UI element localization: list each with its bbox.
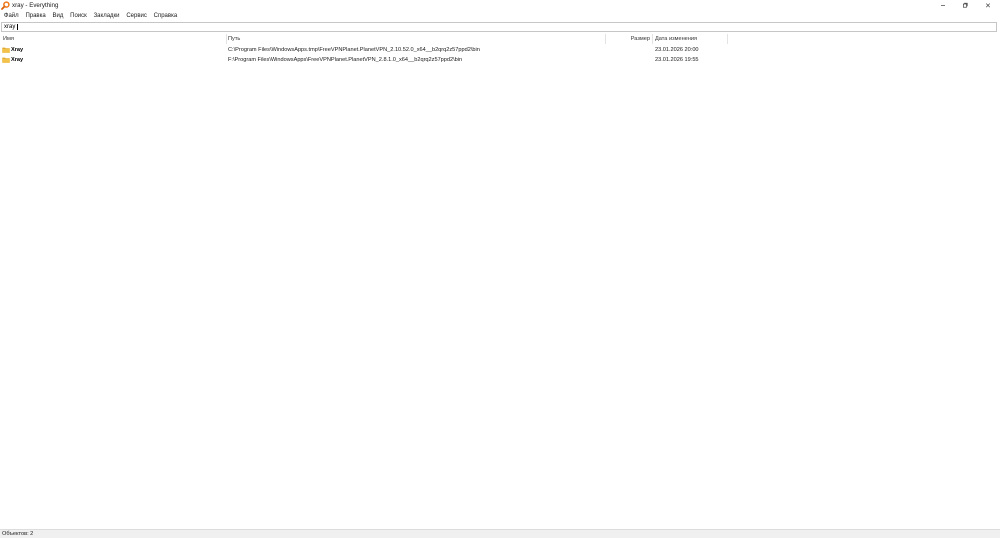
menu-view[interactable]: Вид [49,11,67,21]
result-name: Xray [11,57,24,63]
column-header-modified[interactable]: Дата изменения [655,34,697,44]
column-resize-handle-modified[interactable] [727,34,728,44]
text-caret [16,24,18,30]
result-name: Xray [11,47,24,53]
column-resize-handle-name[interactable] [226,34,227,44]
result-path: C:\Program Files\WindowsApps.tmp\FreeVPN… [228,47,480,53]
menu-help[interactable]: Справка [150,11,180,21]
window-title: xray - Everything [12,2,59,9]
status-object-count: Объектов: 2 [2,531,34,537]
minimize-icon [941,5,945,6]
menu-bookmarks[interactable]: Закладки [90,11,123,21]
menu-file[interactable]: Файл [1,11,23,21]
close-button[interactable] [977,0,999,11]
column-resize-handle-path[interactable] [605,34,606,44]
column-resize-handle-size[interactable] [652,34,653,44]
result-path: F:\Program Files\WindowsApps\FreeVPNPlan… [228,57,463,63]
menu-bar: Файл Правка Вид Поиск Закладки Сервис Сп… [1,11,181,21]
column-header-size[interactable]: Размер [631,34,650,44]
column-header-name[interactable]: Имя [3,34,14,44]
result-modified: 23.01.2026 20:00 [655,47,699,53]
result-modified: 23.01.2026 19:55 [655,57,699,63]
restore-icon [962,2,968,8]
menu-edit[interactable]: Правка [22,11,49,21]
folder-icon [2,57,10,63]
title-bar[interactable]: xray - Everything [0,0,1000,11]
result-row[interactable]: Xray F:\Program Files\WindowsApps\FreeVP… [0,55,1000,65]
everything-magnifier-icon[interactable] [1,1,10,10]
menu-tools[interactable]: Сервис [123,11,150,21]
search-box[interactable] [1,22,997,32]
close-icon [985,3,991,8]
search-input[interactable] [2,23,996,31]
restore-button[interactable] [954,0,976,11]
status-bar: Объектов: 2 [0,529,1000,538]
results-column-header: Имя Путь Размер Дата изменения [0,34,1000,44]
result-row[interactable]: Xray C:\Program Files\WindowsApps.tmp\Fr… [0,45,1000,55]
column-header-path[interactable]: Путь [228,34,240,44]
folder-icon [2,47,10,53]
menu-search[interactable]: Поиск [67,11,90,21]
minimize-button[interactable] [932,0,954,11]
everything-window: xray - Everything Файл Правка Вид Поиск … [0,0,1000,538]
